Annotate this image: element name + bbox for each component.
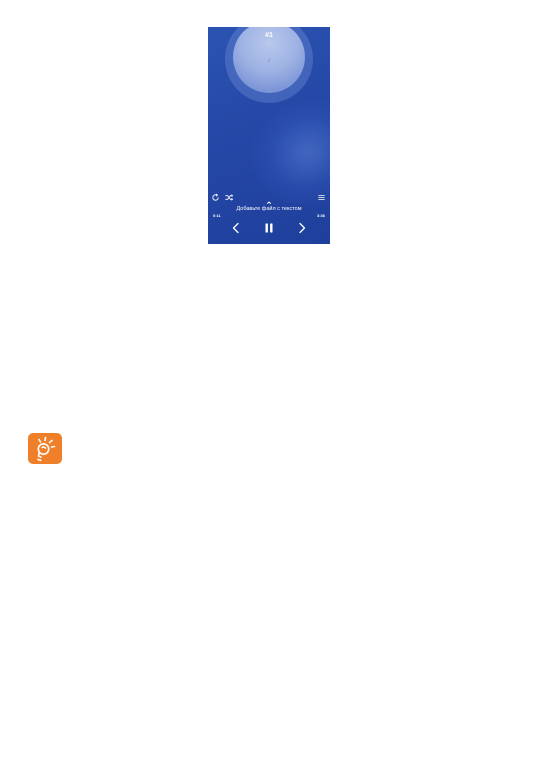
lyrics-hint[interactable]: Добавьте файл с текстом [208, 206, 330, 212]
next-icon[interactable] [297, 222, 307, 234]
lightbulb-icon [28, 433, 62, 464]
track-number: #1 [265, 32, 273, 39]
music-player-screen: ♪ #1 Добавьте файл с текстом 0:11 3:36 [208, 27, 330, 244]
lightbulb-glyph [37, 436, 56, 462]
playlist-icon[interactable] [317, 193, 326, 202]
chevron-up-icon[interactable] [265, 200, 273, 205]
previous-icon[interactable] [231, 222, 241, 234]
pause-icon[interactable] [263, 222, 275, 234]
shuffle-icon[interactable] [224, 193, 234, 202]
time-elapsed: 0:11 [213, 213, 221, 218]
repeat-icon[interactable] [211, 193, 220, 202]
music-note-icon: ♪ [267, 57, 271, 64]
time-total: 3:36 [316, 213, 325, 218]
manual-page: ♪ #1 Добавьте файл с текстом 0:11 3:36 [0, 0, 539, 765]
